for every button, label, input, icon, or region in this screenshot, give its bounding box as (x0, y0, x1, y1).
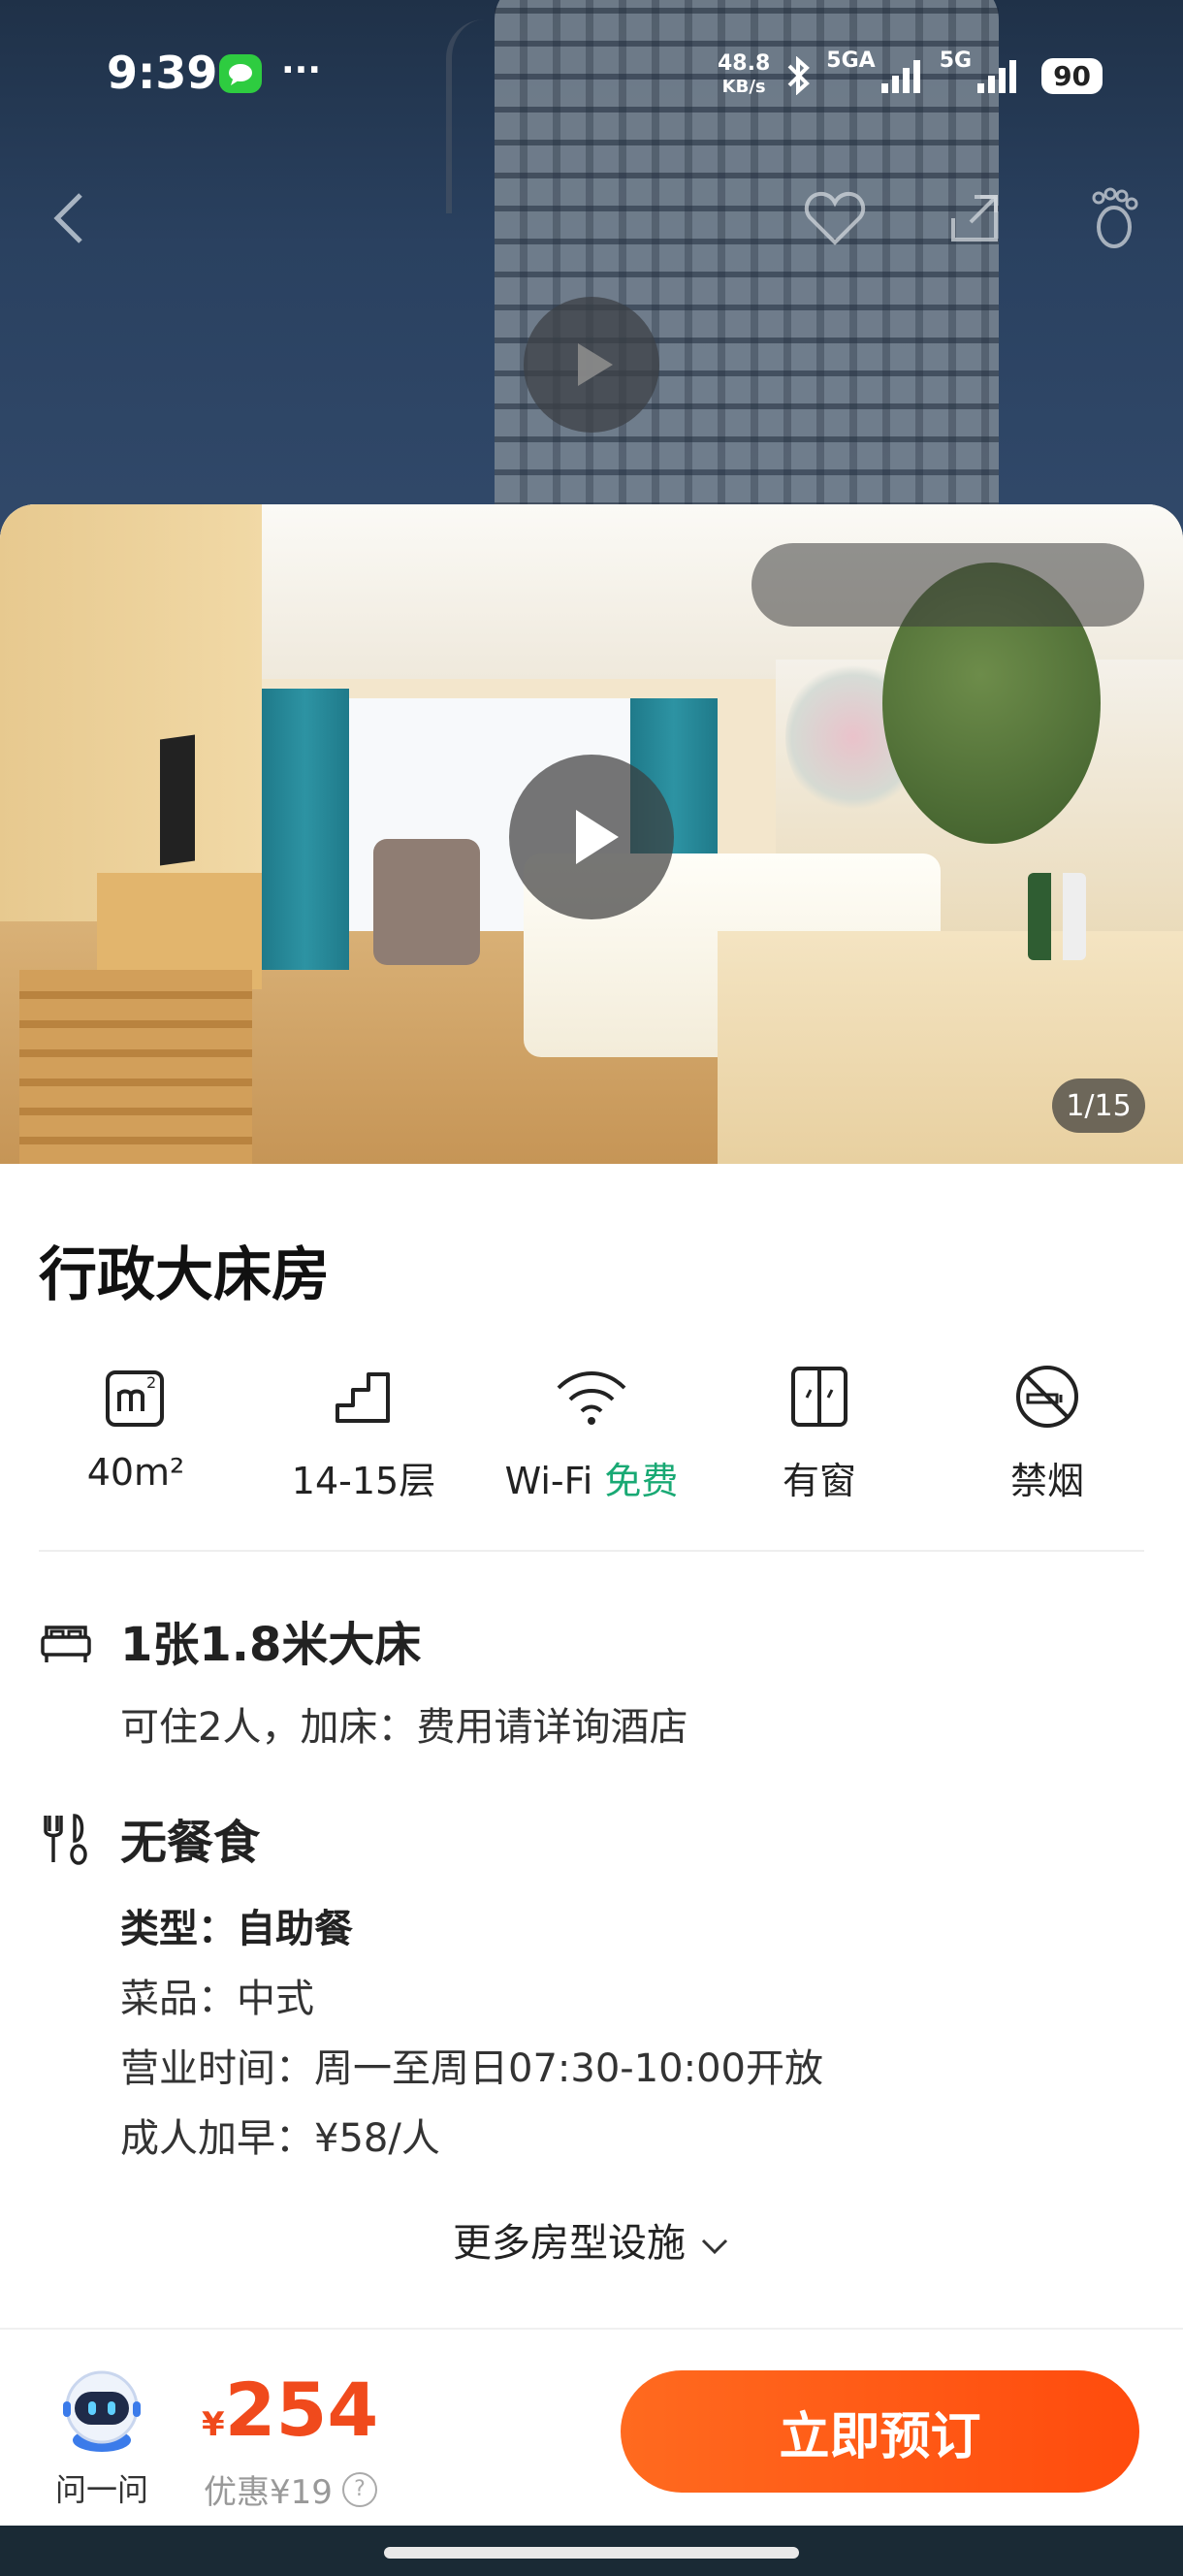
meal-title: 无餐食 (120, 1816, 261, 1870)
assistant-label: 问一问 (54, 2471, 148, 2508)
facility-floor: 14-15层 (257, 1358, 470, 1513)
meal-type: 类型：自助餐 (120, 1907, 353, 1951)
meal-hours: 营业时间：周一至周日07:30-10:00开放 (120, 2046, 823, 2091)
meal-adult-extra: 成人加早：¥58/人 (120, 2116, 440, 2161)
room-title: 行政大床房 (39, 1241, 330, 1309)
bed-title: 1张1.8米大床 (120, 1618, 422, 1672)
chevron-down-icon (699, 2223, 730, 2268)
armchair (373, 839, 480, 965)
status-indicators: 48.8 KB/s 5GA 5G 90 (718, 47, 1103, 105)
discount-label: 优惠¥19 (204, 2473, 333, 2512)
message-app-icon (219, 54, 262, 93)
facility-floor-label: 14-15层 (291, 1460, 436, 1502)
window-icon (781, 1358, 858, 1435)
price-currency: ¥ (202, 2405, 225, 2444)
system-navigation-area (0, 2526, 1183, 2576)
wifi-label: Wi-Fi (504, 1460, 593, 1502)
exterior-video-play-button[interactable] (524, 297, 659, 433)
wifi-free-label: 免费 (604, 1460, 679, 1502)
area-icon: 2 (97, 1358, 175, 1435)
toiletry-bottles (1028, 873, 1086, 960)
bed-icon (39, 1616, 93, 1670)
status-bar: 9:39 ··· 48.8 KB/s 5GA 5G 90 (0, 0, 1183, 145)
more-facilities-label: 更多房型设施 (453, 2221, 686, 2266)
facility-area-label: 40m² (86, 1451, 185, 1494)
cutlery-icon (39, 1812, 93, 1866)
facility-no-smoking: 禁烟 (941, 1358, 1154, 1513)
network-speed: 48.8 KB/s (718, 52, 770, 99)
footprint-icon[interactable] (1078, 184, 1146, 252)
facility-no-smoking-label: 禁烟 (1009, 1460, 1084, 1502)
play-icon (578, 343, 613, 386)
price-display: ¥254 (202, 2367, 378, 2453)
facility-wifi: Wi-Fi 免费 (485, 1358, 698, 1513)
heart-icon[interactable] (801, 184, 869, 252)
more-facilities-link[interactable]: 更多房型设施 (0, 2211, 1183, 2268)
book-now-button[interactable]: 立即预订 (621, 2370, 1139, 2493)
facility-list: 2 40m² 14-15层 Wi-Fi 免费 有窗 禁烟 (29, 1358, 1154, 1513)
photo-counter: 1/15 (1052, 1079, 1145, 1133)
discount-info[interactable]: 优惠¥19 ? (204, 2465, 377, 2513)
facility-area: 2 40m² (29, 1358, 242, 1513)
help-icon[interactable]: ? (341, 2471, 377, 2507)
signal-1-bars-icon (880, 60, 920, 93)
network-speed-unit: KB/s (721, 77, 766, 97)
no-smoking-icon (1008, 1358, 1086, 1435)
room-photo-gallery[interactable]: 1/15 (0, 504, 1183, 1164)
status-more-dots: ··· (281, 50, 322, 90)
meal-cuisine: 菜品：中式 (120, 1977, 314, 2021)
network-speed-value: 48.8 (718, 51, 771, 76)
facility-window: 有窗 (713, 1358, 926, 1513)
home-indicator[interactable] (384, 2547, 799, 2559)
ask-assistant-button[interactable]: 问一问 (39, 2361, 165, 2508)
svg-text:2: 2 (146, 1373, 156, 1392)
play-icon (576, 810, 619, 864)
floor-icon (325, 1358, 402, 1435)
battery-indicator: 90 (1041, 57, 1103, 94)
share-icon[interactable] (941, 184, 1008, 252)
room-video-play-button[interactable] (509, 755, 674, 919)
facility-window-label: 有窗 (782, 1460, 856, 1502)
tv (160, 734, 195, 866)
luggage-bench (19, 970, 252, 1164)
price-value: 254 (224, 2367, 379, 2453)
facility-wifi-label: Wi-Fi 免费 (505, 1451, 679, 1504)
wifi-icon (553, 1358, 630, 1435)
signal-2-label: 5G (939, 48, 973, 73)
signal-2-bars-icon (977, 60, 1017, 93)
bluetooth-icon (787, 56, 811, 95)
bed-detail: 可住2人，加床：费用请详询酒店 (120, 1705, 688, 1750)
photo-caption-pill (751, 543, 1144, 627)
curtain-left (262, 689, 349, 970)
signal-1-label: 5GA (826, 48, 876, 73)
bottom-booking-bar: 问一问 ¥254 优惠¥19 ? 立即预订 (0, 2328, 1183, 2528)
robot-assistant-icon (63, 2370, 141, 2452)
section-divider (39, 1550, 1144, 1552)
room-info-panel: 行政大床房 2 40m² 14-15层 Wi-Fi 免费 有窗 禁烟 1张1.8… (0, 1164, 1183, 2328)
status-time: 9:39 (107, 47, 218, 99)
back-icon[interactable] (35, 184, 103, 252)
